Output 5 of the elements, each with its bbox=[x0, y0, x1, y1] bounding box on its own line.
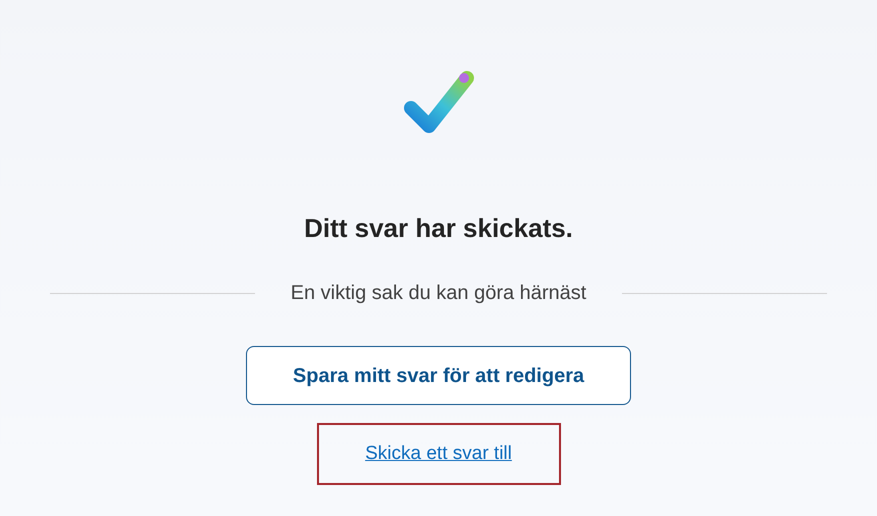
section-heading: En viktig sak du kan göra härnäst bbox=[290, 281, 586, 306]
send-another-response-link[interactable]: Skicka ett svar till bbox=[316, 423, 560, 485]
save-response-button[interactable]: Spara mitt svar för att redigera bbox=[246, 346, 631, 405]
checkmark-icon bbox=[402, 68, 474, 136]
confirmation-title: Ditt svar har skickats. bbox=[304, 212, 573, 245]
